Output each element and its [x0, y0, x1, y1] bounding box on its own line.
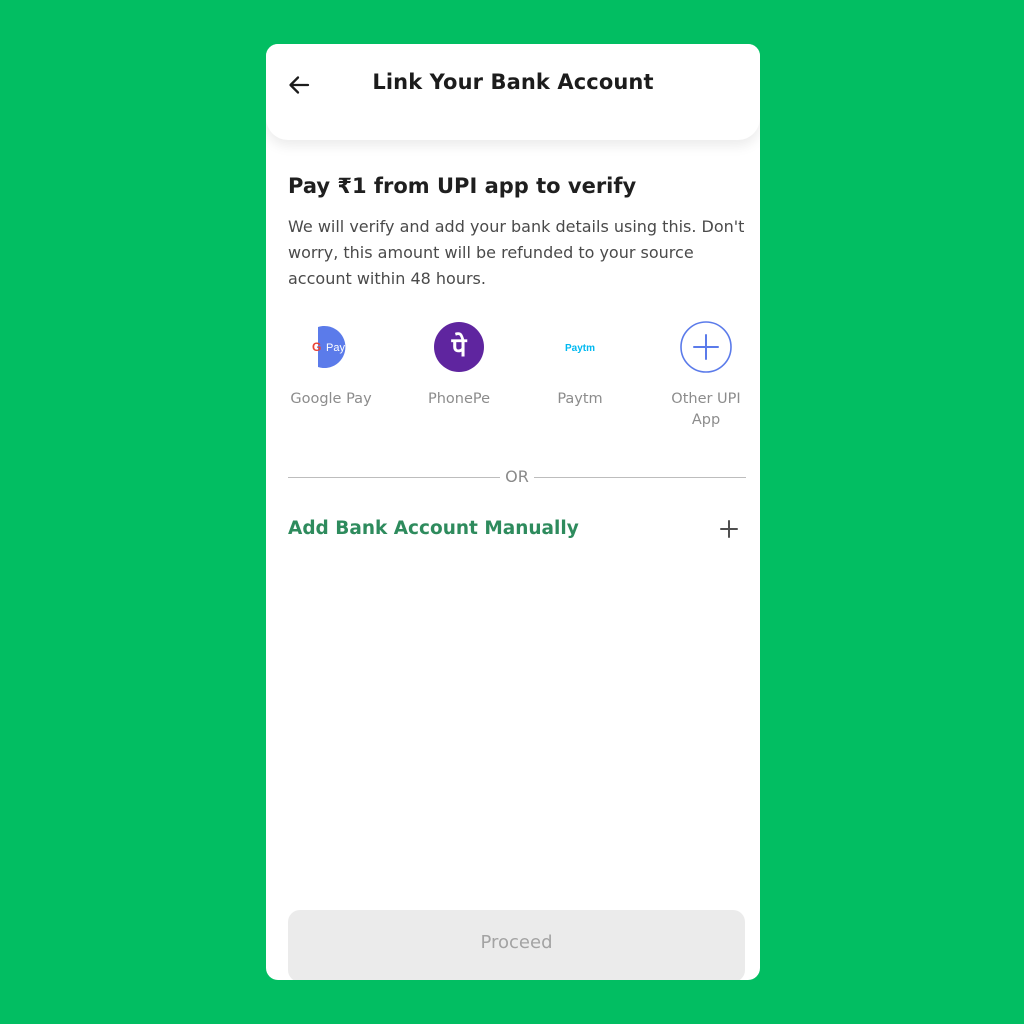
svg-text:पे: पे — [451, 332, 468, 363]
or-divider-text: OR — [505, 467, 529, 486]
phone-screen: Link Your Bank Account Pay ₹1 from UPI a… — [266, 44, 760, 980]
upi-app-paytm[interactable]: Paytm Paytm — [525, 320, 635, 410]
verify-title: Pay ₹1 from UPI app to verify — [288, 174, 637, 198]
upi-app-label: Google Pay — [290, 391, 372, 407]
upi-app-phonepe[interactable]: पे PhonePe — [404, 320, 514, 410]
svg-text:G: G — [312, 340, 321, 354]
proceed-button[interactable]: Proceed — [288, 910, 745, 980]
add-bank-manually-label: Add Bank Account Manually — [288, 518, 579, 539]
divider-line-left — [288, 477, 500, 478]
divider-line-right — [534, 477, 746, 478]
upi-app-google-pay[interactable]: G Pay Google Pay — [276, 320, 386, 410]
app-header: Link Your Bank Account — [266, 44, 760, 140]
add-bank-manually-row[interactable]: Add Bank Account Manually — [288, 514, 740, 546]
upi-app-label: PhonePe — [427, 391, 491, 407]
page-title: Link Your Bank Account — [372, 70, 654, 94]
paytm-icon: Paytm — [553, 320, 607, 374]
upi-app-label: Paytm — [557, 391, 603, 407]
upi-app-list: G Pay Google Pay पे PhonePe Paytm Paytm … — [266, 320, 760, 480]
google-pay-icon: G Pay — [304, 320, 358, 374]
svg-text:Pay: Pay — [326, 342, 345, 354]
upi-app-other[interactable]: Other UPI App — [651, 320, 760, 431]
upi-app-label: Other UPI App — [671, 391, 741, 428]
plus-icon[interactable] — [718, 518, 740, 540]
svg-text:Paytm: Paytm — [565, 343, 595, 354]
verify-description: We will verify and add your bank details… — [288, 217, 745, 288]
plus-circle-icon — [679, 320, 733, 374]
phonepe-icon: पे — [432, 320, 486, 374]
